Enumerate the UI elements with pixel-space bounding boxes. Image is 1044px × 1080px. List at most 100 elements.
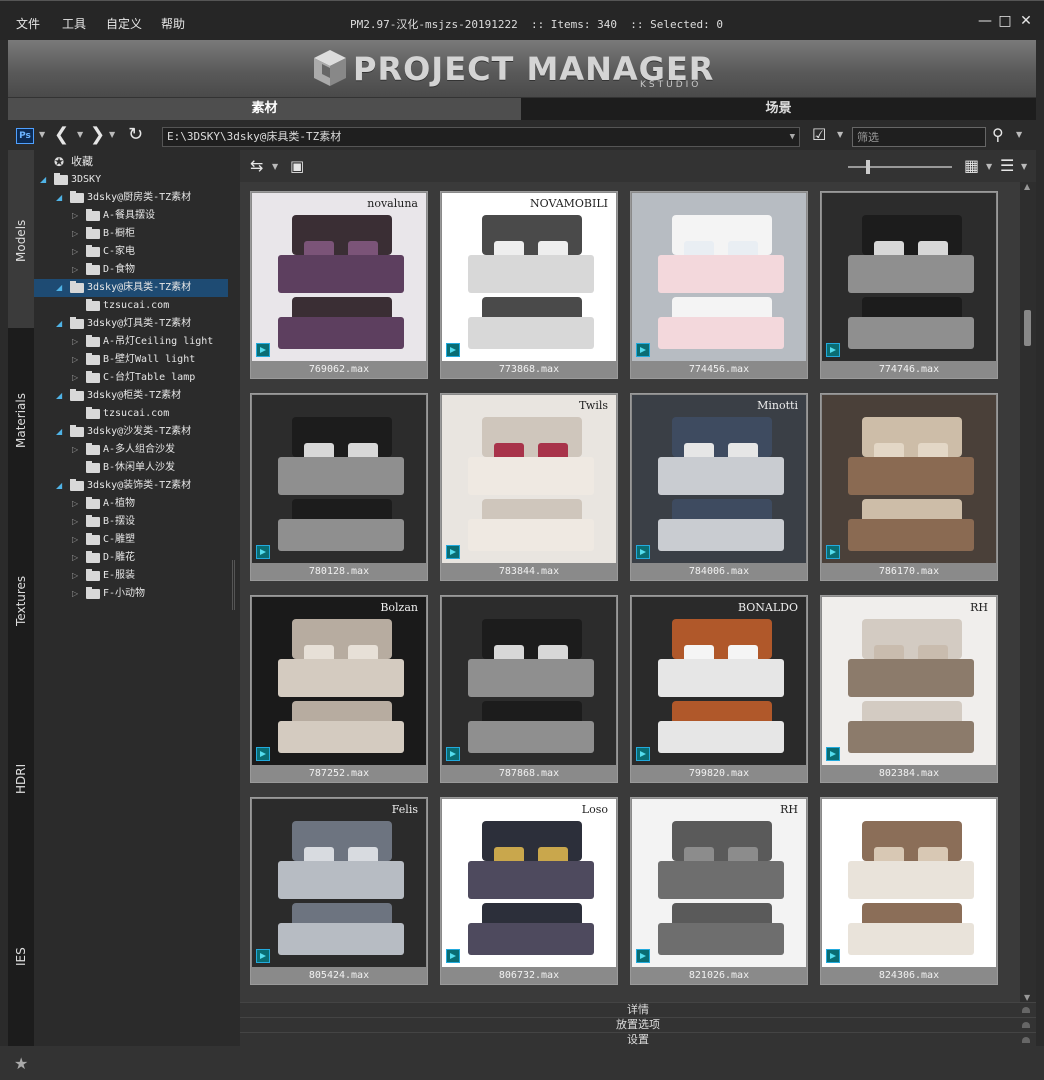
asset-thumbnail[interactable]: 824306.max: [820, 797, 998, 985]
thumbnail-size-slider[interactable]: [848, 160, 952, 174]
menu-custom[interactable]: 自定义: [106, 15, 142, 32]
star-icon[interactable]: ★: [14, 1054, 28, 1073]
sort-dropdown-icon[interactable]: ▼: [1021, 162, 1027, 171]
tree-item[interactable]: ◢ 3dsky@装饰类-TZ素材: [34, 477, 228, 495]
asset-thumbnail[interactable]: Felis 805424.max: [250, 797, 428, 985]
expand-arrow-icon[interactable]: ▷: [72, 585, 78, 603]
tab-hdri[interactable]: HDRI: [8, 690, 34, 868]
tree-item[interactable]: ▷ D-雕花: [34, 549, 228, 567]
details-panel-bar[interactable]: 详情: [240, 1002, 1036, 1017]
asset-thumbnail[interactable]: 786170.max: [820, 393, 998, 581]
back-dropdown-icon[interactable]: ▼: [77, 130, 83, 139]
expand-arrow-icon[interactable]: ▷: [72, 225, 78, 243]
tree-item[interactable]: ▷ A-餐具摆设: [34, 207, 228, 225]
tree-item[interactable]: tzsucai.com: [34, 297, 228, 315]
expand-arrow-icon[interactable]: ▷: [72, 333, 78, 351]
asset-thumbnail[interactable]: Minotti 784006.max: [630, 393, 808, 581]
collapse-arrow-icon[interactable]: ◢: [56, 387, 62, 405]
expand-arrow-icon[interactable]: ▷: [72, 495, 78, 513]
maximize-button[interactable]: □: [996, 12, 1014, 30]
grid-scrollbar[interactable]: ▲ ▼: [1020, 182, 1036, 1002]
expand-arrow-icon[interactable]: ▷: [72, 531, 78, 549]
tree-item[interactable]: ▷ A-吊灯Ceiling light: [34, 333, 228, 351]
back-arrow-icon[interactable]: ❮: [54, 125, 69, 145]
sort-icon[interactable]: ☰: [1000, 156, 1014, 176]
asset-thumbnail[interactable]: RH 821026.max: [630, 797, 808, 985]
tab-materials[interactable]: 素材: [8, 98, 521, 120]
expand-arrow-icon[interactable]: ▷: [72, 441, 78, 459]
collapse-arrow-icon[interactable]: ◢: [56, 189, 62, 207]
expand-arrow-icon[interactable]: ▷: [72, 513, 78, 531]
tree-item[interactable]: B-休闲单人沙发: [34, 459, 228, 477]
splitter-grip[interactable]: [232, 560, 235, 610]
tree-item[interactable]: ▷ A-多人组合沙发: [34, 441, 228, 459]
expand-arrow-icon[interactable]: ▷: [72, 207, 78, 225]
filter-check-icon[interactable]: ☑: [812, 125, 826, 145]
refresh-icon[interactable]: ↻: [128, 125, 143, 145]
scroll-thumb[interactable]: [1024, 310, 1031, 346]
tree-item[interactable]: ▷ C-台灯Table lamp: [34, 369, 228, 387]
forward-arrow-icon[interactable]: ❯: [90, 125, 105, 145]
tree-item[interactable]: ▷ B-橱柜: [34, 225, 228, 243]
forward-dropdown-icon[interactable]: ▼: [109, 130, 115, 139]
tree-item[interactable]: ▷ F-小动物: [34, 585, 228, 603]
asset-thumbnail[interactable]: Loso 806732.max: [440, 797, 618, 985]
asset-thumbnail[interactable]: 780128.max: [250, 393, 428, 581]
menu-help[interactable]: 帮助: [161, 15, 185, 32]
asset-thumbnail[interactable]: 787868.max: [440, 595, 618, 783]
asset-thumbnail[interactable]: NOVAMOBILI 773868.max: [440, 191, 618, 379]
slider-knob[interactable]: [866, 160, 870, 174]
tree-item[interactable]: ▷ B-摆设: [34, 513, 228, 531]
menu-file[interactable]: 文件: [16, 15, 40, 32]
asset-thumbnail[interactable]: BONALDO 799820.max: [630, 595, 808, 783]
tree-item[interactable]: ◢ 3dsky@灯具类-TZ素材: [34, 315, 228, 333]
expand-arrow-icon[interactable]: ▷: [72, 261, 78, 279]
minimize-button[interactable]: —: [976, 12, 994, 30]
tab-models[interactable]: Models: [8, 150, 34, 328]
collapse-arrow-icon[interactable]: ◢: [40, 171, 46, 189]
collapse-arrow-icon[interactable]: ◢: [56, 279, 62, 297]
asset-thumbnail[interactable]: Bolzan 787252.max: [250, 595, 428, 783]
tree-item[interactable]: ▷ A-植物: [34, 495, 228, 513]
tree-item[interactable]: ▷ C-家电: [34, 243, 228, 261]
tree-item[interactable]: ◢ 3dsky@厨房类-TZ素材: [34, 189, 228, 207]
tab-material-library[interactable]: Materials: [8, 330, 34, 508]
search-dropdown-icon[interactable]: ▼: [1016, 130, 1022, 139]
collapse-arrow-icon[interactable]: ◢: [56, 423, 62, 441]
package-icon[interactable]: ▣: [290, 156, 304, 176]
close-button[interactable]: ✕: [1017, 12, 1035, 30]
tab-textures[interactable]: Textures: [8, 510, 34, 688]
scroll-down-icon[interactable]: ▼: [1024, 993, 1030, 1002]
expand-arrow-icon[interactable]: ▷: [72, 351, 78, 369]
scroll-up-icon[interactable]: ▲: [1024, 182, 1030, 191]
asset-thumbnail[interactable]: novaluna 769062.max: [250, 191, 428, 379]
tree-item[interactable]: ◢ 3dsky@沙发类-TZ素材: [34, 423, 228, 441]
asset-thumbnail[interactable]: 774456.max: [630, 191, 808, 379]
path-dropdown-icon[interactable]: ▼: [790, 128, 795, 146]
path-field[interactable]: E:\3DSKY\3dsky@床具类-TZ素材 ▼: [162, 127, 800, 147]
tab-ies[interactable]: IES: [8, 870, 34, 1046]
filter-dropdown-icon[interactable]: ▼: [837, 130, 843, 139]
collapse-arrow-icon[interactable]: ◢: [56, 315, 62, 333]
expand-arrow-icon[interactable]: ▷: [72, 369, 78, 387]
expand-arrow-icon[interactable]: ▷: [72, 243, 78, 261]
tree-item[interactable]: ▷ C-雕塑: [34, 531, 228, 549]
settings-panel-bar[interactable]: 设置: [240, 1032, 1036, 1047]
sync-icon[interactable]: ⇆: [250, 156, 263, 176]
grid-view-icon[interactable]: ▦: [964, 156, 979, 176]
tree-item[interactable]: ▷ E-服装: [34, 567, 228, 585]
tree-item[interactable]: ▷ B-壁灯Wall light: [34, 351, 228, 369]
panel-splitter[interactable]: [228, 150, 240, 1046]
asset-thumbnail[interactable]: 774746.max: [820, 191, 998, 379]
collapse-arrow-icon[interactable]: ◢: [56, 477, 62, 495]
tree-item[interactable]: ◢ 3dsky@床具类-TZ素材: [34, 279, 228, 297]
placement-options-bar[interactable]: 放置选项: [240, 1017, 1036, 1032]
filter-input[interactable]: [852, 127, 986, 147]
tab-scenes[interactable]: 场景: [521, 98, 1036, 120]
view-dropdown-icon[interactable]: ▼: [986, 162, 992, 171]
search-icon[interactable]: ⚲: [992, 125, 1004, 145]
menu-tools[interactable]: 工具: [62, 15, 86, 32]
sync-dropdown-icon[interactable]: ▼: [272, 162, 278, 171]
tree-item[interactable]: ◢ 3DSKY: [34, 171, 228, 189]
expand-arrow-icon[interactable]: ▷: [72, 567, 78, 585]
